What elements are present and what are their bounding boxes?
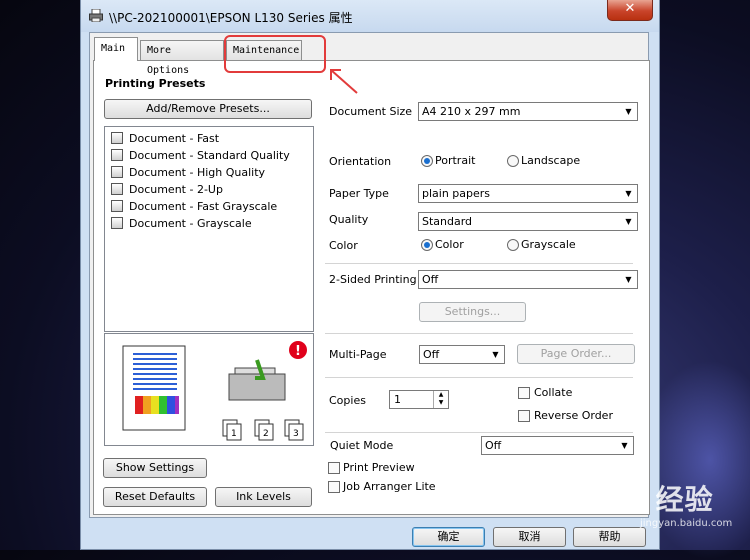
- list-item[interactable]: Document - Grayscale: [111, 217, 252, 233]
- presets-list: Document - Fast Document - Standard Qual…: [104, 126, 314, 332]
- two-sided-settings-button[interactable]: Settings...: [419, 302, 526, 322]
- preset-label: Document - Grayscale: [129, 217, 252, 230]
- copies-stepper[interactable]: 1 ▲ ▼: [389, 390, 449, 409]
- multi-page-label: Multi-Page: [329, 348, 387, 361]
- list-item[interactable]: Document - Fast: [111, 132, 219, 148]
- cancel-button[interactable]: 取消: [493, 527, 566, 547]
- svg-text:2: 2: [263, 429, 269, 439]
- paper-type-value: plain papers: [422, 187, 491, 200]
- quality-label: Quality: [329, 213, 369, 226]
- divider: [325, 377, 633, 378]
- svg-text:!: !: [295, 344, 301, 359]
- reset-defaults-button[interactable]: Reset Defaults: [103, 487, 207, 507]
- chevron-down-icon: ▼: [625, 189, 632, 198]
- two-sided-printing-value: Off: [422, 273, 439, 286]
- printer-icon: [89, 9, 103, 22]
- stepper-arrows-icon[interactable]: ▲ ▼: [433, 391, 448, 408]
- copies-label: Copies: [329, 394, 366, 407]
- show-settings-button[interactable]: Show Settings: [103, 458, 207, 478]
- list-item[interactable]: Document - Standard Quality: [111, 149, 290, 165]
- close-icon: ✕: [624, 1, 636, 16]
- reverse-order-checkbox[interactable]: [518, 410, 530, 422]
- job-arranger-checkbox[interactable]: [328, 481, 340, 493]
- orientation-label: Orientation: [329, 155, 392, 168]
- grayscale-radio[interactable]: [507, 239, 519, 251]
- document-size-select[interactable]: A4 210 x 297 mm ▼: [418, 102, 638, 121]
- paper-type-select[interactable]: plain papers ▼: [418, 184, 638, 203]
- divider: [325, 333, 633, 334]
- chevron-down-icon: ▼: [492, 350, 499, 359]
- quiet-mode-select[interactable]: Off ▼: [481, 436, 634, 455]
- watermark-logo: Bai 经验: [592, 483, 714, 516]
- landscape-label: Landscape: [521, 154, 581, 167]
- list-item[interactable]: Document - High Quality: [111, 166, 265, 182]
- arrow-icon: [330, 69, 358, 94]
- portrait-label: Portrait: [435, 154, 476, 167]
- quality-select[interactable]: Standard ▼: [418, 212, 638, 231]
- print-preview-panel: ! 1 2 3: [104, 333, 314, 446]
- tab-more-options-label: More Options: [147, 45, 190, 76]
- preset-label: Document - Standard Quality: [129, 149, 290, 162]
- list-item[interactable]: Document - Fast Grayscale: [111, 200, 277, 216]
- list-item[interactable]: Document - 2-Up: [111, 183, 223, 199]
- preset-document-icon: [111, 166, 123, 178]
- landscape-radio[interactable]: [507, 155, 519, 167]
- chevron-down-icon: ▼: [625, 107, 632, 116]
- copies-value: 1: [394, 393, 401, 406]
- title-bar: \\PC-202100001\EPSON L130 Series 属性 ✕: [81, 0, 659, 32]
- preset-label: Document - High Quality: [129, 166, 266, 179]
- two-sided-printing-label: 2-Sided Printing: [329, 273, 417, 286]
- preview-illustration: ! 1 2 3: [122, 341, 307, 441]
- svg-text:3: 3: [293, 429, 299, 439]
- preset-label: Document - Fast Grayscale: [129, 200, 278, 213]
- window-title: \\PC-202100001\EPSON L130 Series 属性: [109, 11, 353, 25]
- preset-document-icon: [111, 132, 123, 144]
- divider: [325, 432, 633, 433]
- preset-2up-icon: [111, 183, 123, 195]
- paper-type-label: Paper Type: [329, 187, 389, 200]
- document-size-value: A4 210 x 297 mm: [422, 105, 521, 118]
- reverse-order-label: Reverse Order: [534, 409, 613, 422]
- quiet-mode-label: Quiet Mode: [330, 439, 394, 452]
- collate-label: Collate: [534, 386, 573, 399]
- maintenance-highlight-annotation: [224, 35, 326, 73]
- color-option-label: Color: [435, 238, 464, 251]
- printing-presets-heading: Printing Presets: [105, 77, 206, 90]
- print-preview-label: Print Preview: [343, 461, 415, 474]
- collate-checkbox[interactable]: [518, 387, 530, 399]
- quiet-mode-value: Off: [485, 439, 502, 452]
- close-button[interactable]: ✕: [607, 0, 653, 21]
- svg-text:1: 1: [231, 429, 237, 439]
- quality-value: Standard: [422, 215, 473, 228]
- multi-page-value: Off: [423, 348, 440, 361]
- tab-main[interactable]: Main: [94, 37, 138, 61]
- grayscale-label: Grayscale: [521, 238, 576, 251]
- preset-document-icon: [111, 200, 123, 212]
- ink-levels-button[interactable]: Ink Levels: [215, 487, 312, 507]
- job-arranger-label: Job Arranger Lite: [343, 480, 436, 493]
- portrait-radio[interactable]: [421, 155, 433, 167]
- chevron-down-icon: ▼: [621, 441, 628, 450]
- tab-main-label: Main: [101, 43, 126, 54]
- chevron-down-icon: ▼: [625, 217, 632, 226]
- page-order-button[interactable]: Page Order...: [517, 344, 635, 364]
- divider: [325, 263, 633, 264]
- add-remove-presets-button[interactable]: Add/Remove Presets...: [104, 99, 312, 119]
- color-radio[interactable]: [421, 239, 433, 251]
- print-preview-checkbox[interactable]: [328, 462, 340, 474]
- two-sided-printing-select[interactable]: Off ▼: [418, 270, 638, 289]
- tab-more-options[interactable]: More Options: [140, 40, 224, 76]
- ok-button[interactable]: 确定: [412, 527, 485, 547]
- help-button[interactable]: 帮助: [573, 527, 646, 547]
- preset-label: Document - Fast: [129, 132, 220, 145]
- color-label: Color: [329, 239, 358, 252]
- preset-document-icon: [111, 217, 123, 229]
- chevron-down-icon: ▼: [625, 275, 632, 284]
- document-size-label: Document Size: [329, 105, 413, 118]
- printer-illustration-icon: [228, 359, 286, 401]
- preset-label: Document - 2-Up: [129, 183, 223, 196]
- preset-document-icon: [111, 149, 123, 161]
- watermark-url: jingyan.baidu.com: [640, 518, 733, 529]
- multi-page-select[interactable]: Off ▼: [419, 345, 505, 364]
